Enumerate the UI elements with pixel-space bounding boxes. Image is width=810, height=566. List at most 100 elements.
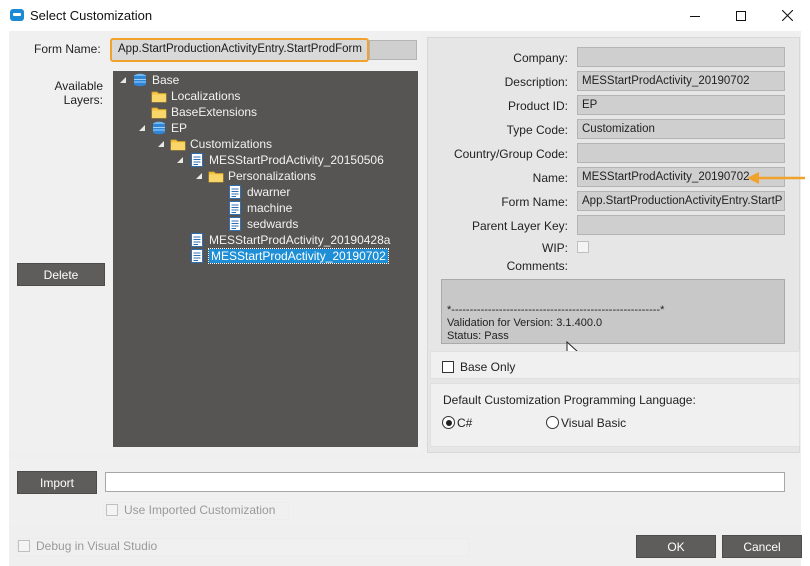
- expand-arrow-icon[interactable]: [118, 75, 128, 85]
- document-icon: [227, 217, 243, 231]
- document-icon: [227, 185, 243, 199]
- parent-layer-key-field[interactable]: [577, 215, 785, 235]
- import-button[interactable]: Import: [17, 471, 97, 494]
- folder-icon: [151, 105, 167, 119]
- csharp-label: C#: [457, 416, 473, 430]
- document-icon: [189, 249, 205, 263]
- tree-node[interactable]: dwarner: [213, 184, 290, 200]
- database-icon: [132, 73, 148, 87]
- comments-line: *---------------------------------------…: [447, 304, 665, 316]
- folder-icon: [151, 89, 167, 103]
- window-title: Select Customization: [30, 8, 153, 23]
- form-name-field-extension: [369, 40, 417, 60]
- visual-basic-radio[interactable]: [546, 416, 559, 429]
- document-icon: [189, 233, 205, 247]
- debug-label: Debug in Visual Studio: [36, 539, 158, 553]
- country-group-code-label: Country/Group Code:: [453, 147, 568, 161]
- arrow-left-icon: [747, 172, 805, 184]
- import-path-input[interactable]: [105, 472, 785, 492]
- maximize-icon: [736, 10, 746, 21]
- type-code-label: Type Code:: [506, 123, 568, 137]
- database-icon: [151, 121, 167, 135]
- minimize-icon: [690, 15, 700, 17]
- tree-node[interactable]: Localizations: [137, 88, 240, 104]
- tree-node-label: Localizations: [171, 89, 241, 103]
- csharp-radio[interactable]: [442, 416, 455, 429]
- tree-node[interactable]: machine: [213, 200, 292, 216]
- use-imported-checkbox[interactable]: [106, 504, 118, 516]
- tree-node[interactable]: Customizations: [156, 136, 272, 152]
- folder-icon: [208, 169, 224, 183]
- tree-node-label: BaseExtensions: [171, 105, 258, 119]
- tree-node-label: sedwards: [247, 217, 299, 231]
- ok-button[interactable]: OK: [636, 535, 716, 558]
- tree-node[interactable]: MESStartProdActivity_20150506: [175, 152, 384, 168]
- layers-panel: Form Name: App.StartProductionActivityEn…: [9, 31, 421, 453]
- wip-checkbox[interactable]: [577, 241, 589, 253]
- available-layers-label: Available Layers:: [54, 79, 103, 107]
- tree-node[interactable]: MESStartProdActivity_20190702: [175, 248, 389, 264]
- description-label: Description:: [504, 75, 568, 89]
- comments-line: Status: Pass: [447, 330, 509, 342]
- tree-node-label: Customizations: [190, 137, 273, 151]
- close-button[interactable]: [764, 0, 810, 31]
- layers-tree[interactable]: Base Localizations BaseExtensions EP Customi…: [113, 71, 418, 447]
- country-group-code-field[interactable]: [577, 143, 785, 163]
- tree-node-label: MESStartProdActivity_20190428a: [209, 233, 391, 247]
- tree-node[interactable]: Personalizations: [194, 168, 316, 184]
- wip-label: WIP:: [542, 241, 568, 255]
- debug-checkbox[interactable]: [18, 540, 30, 552]
- document-icon: [189, 153, 205, 167]
- tree-node-label-selected: MESStartProdActivity_20190702: [208, 248, 389, 264]
- visual-basic-label: Visual Basic: [561, 416, 627, 430]
- tree-node[interactable]: MESStartProdActivity_20190428a: [175, 232, 390, 248]
- base-only-checkbox[interactable]: [442, 361, 454, 373]
- parent-layer-key-label: Parent Layer Key:: [471, 219, 568, 233]
- cancel-button[interactable]: Cancel: [722, 535, 802, 558]
- app-icon: [10, 9, 24, 21]
- company-label: Company:: [513, 51, 568, 65]
- tree-node[interactable]: EP: [137, 120, 187, 136]
- expand-arrow-icon[interactable]: [137, 123, 147, 133]
- comments-field[interactable]: *---------------------------------------…: [441, 279, 785, 344]
- maximize-button[interactable]: [718, 0, 764, 31]
- language-label: Default Customization Programming Langua…: [443, 393, 696, 407]
- document-icon: [227, 201, 243, 215]
- dialog-body: Form Name: App.StartProductionActivityEn…: [9, 31, 805, 566]
- form-name-label: Form Name:: [34, 42, 101, 56]
- tree-node[interactable]: Base: [118, 72, 179, 88]
- tree-node-label: Personalizations: [228, 169, 317, 183]
- expand-arrow-icon[interactable]: [156, 139, 166, 149]
- base-only-label: Base Only: [460, 360, 516, 374]
- tree-node[interactable]: sedwards: [213, 216, 298, 232]
- expand-arrow-icon[interactable]: [175, 155, 185, 165]
- tree-node[interactable]: BaseExtensions: [137, 104, 257, 120]
- title-bar: Select Customization: [0, 0, 810, 31]
- tree-node-label: machine: [247, 201, 293, 215]
- minimize-button[interactable]: [672, 0, 718, 31]
- company-field[interactable]: [577, 47, 785, 67]
- form-name-field[interactable]: App.StartProductionActivityEntry.StartPr…: [110, 38, 369, 62]
- product-id-field[interactable]: EP: [577, 95, 785, 115]
- form-name-detail-field[interactable]: App.StartProductionActivityEntry.StartP: [577, 191, 785, 211]
- form-name-detail-label: Form Name:: [501, 195, 568, 209]
- close-icon: [781, 10, 793, 21]
- tree-node-label: dwarner: [247, 185, 291, 199]
- delete-button[interactable]: Delete: [17, 263, 105, 286]
- description-field[interactable]: MESStartProdActivity_20190702: [577, 71, 785, 91]
- tree-node-label: EP: [171, 121, 188, 135]
- type-code-field[interactable]: Customization: [577, 119, 785, 139]
- tree-node-label: Base: [152, 73, 180, 87]
- name-label: Name:: [532, 171, 568, 185]
- use-imported-label: Use Imported Customization: [124, 503, 276, 517]
- expand-arrow-icon[interactable]: [194, 171, 204, 181]
- comments-line: Validation for Version: 3.1.400.0: [447, 317, 603, 329]
- comments-label: Comments:: [506, 259, 568, 273]
